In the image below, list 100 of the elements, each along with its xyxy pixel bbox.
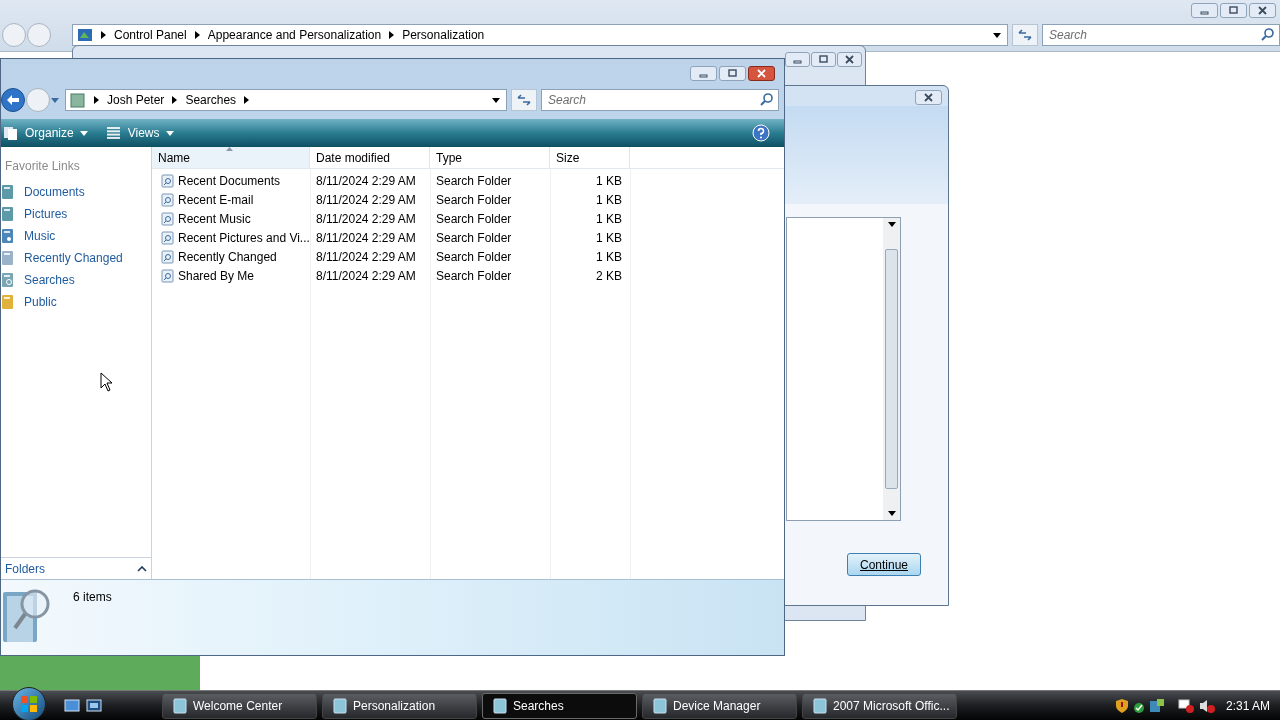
taskbar-button[interactable]: Personalization <box>322 692 477 719</box>
table-cell-text: 8/11/2024 2:29 AM <box>315 229 417 247</box>
app-icon <box>333 697 347 714</box>
breadcrumb-item[interactable]: Personalization <box>402 26 485 44</box>
dropdown-arrow-icon[interactable] <box>492 97 500 103</box>
network-status-icon[interactable] <box>1148 697 1165 714</box>
search-folder-icon <box>161 230 174 245</box>
folder-icon <box>70 92 86 108</box>
maximize-button[interactable] <box>811 52 836 67</box>
search-field[interactable]: Search <box>541 89 779 111</box>
file-name[interactable]: Recent E-mail <box>178 190 254 209</box>
item-count: 6 items <box>73 589 112 606</box>
close-icon <box>844 55 855 64</box>
taskbar-button[interactable]: 2007 Microsoft Offic... <box>802 692 957 719</box>
shield-icon[interactable] <box>1114 697 1129 714</box>
file-name[interactable]: Recently Changed <box>178 247 277 266</box>
table-cell-text: 1 KB <box>595 191 623 209</box>
search-field[interactable]: Search <box>1042 24 1280 46</box>
table-cell-text: Search Folder <box>435 191 513 209</box>
sidebar-heading: Favorite Links <box>4 158 81 175</box>
search-folder-icon <box>161 249 174 264</box>
file-name[interactable]: Shared By Me <box>178 266 255 285</box>
views-menu[interactable]: Views <box>105 124 174 142</box>
refresh-button[interactable] <box>511 89 537 111</box>
folders-label[interactable]: Folders <box>5 559 45 578</box>
table-cell-text: 2 KB <box>595 267 623 285</box>
file-name[interactable]: Recent Documents <box>178 171 281 190</box>
taskbar-button[interactable]: Welcome Center <box>162 692 317 719</box>
switch-windows-icon[interactable] <box>86 698 102 713</box>
close-button[interactable] <box>837 52 862 67</box>
maximize-button[interactable] <box>719 66 746 81</box>
table-cell-text: 8/11/2024 2:29 AM <box>315 267 417 285</box>
search-icon[interactable] <box>760 93 773 106</box>
recent-pages-arrow-icon[interactable] <box>51 97 59 103</box>
refresh-icon[interactable] <box>516 93 532 107</box>
breadcrumb-item[interactable]: Searches <box>185 91 237 109</box>
favorite-link[interactable]: Recently Changed <box>24 249 123 267</box>
close-button[interactable] <box>748 66 775 81</box>
search-folder-icon <box>161 268 174 283</box>
close-button[interactable] <box>1249 3 1276 18</box>
close-button[interactable] <box>915 90 942 105</box>
app-icon <box>813 697 827 714</box>
continue-button[interactable]: Continue <box>847 553 921 576</box>
windows-logo-icon <box>20 694 38 713</box>
breadcrumb-arrow-icon <box>101 31 106 39</box>
volume-muted-icon[interactable] <box>1198 697 1217 714</box>
table-cell-text: 8/11/2024 2:29 AM <box>315 248 417 266</box>
breadcrumb-arrow-icon <box>244 96 250 104</box>
dropdown-arrow-icon[interactable] <box>993 32 1001 38</box>
search-icon[interactable] <box>1261 28 1274 41</box>
help-icon[interactable] <box>752 124 770 142</box>
search-folder-icon <box>161 192 174 207</box>
breadcrumb-item[interactable]: Control Panel <box>114 26 187 44</box>
breadcrumb-item[interactable]: Appearance and Personalization <box>207 26 382 44</box>
close-icon <box>1257 6 1268 15</box>
table-cell-text: 1 KB <box>595 210 623 228</box>
search-folder-icon <box>161 211 174 226</box>
scroll-down-icon[interactable] <box>887 511 896 516</box>
table-cell-text: 1 KB <box>595 172 623 190</box>
app-icon <box>493 697 507 714</box>
restore-button[interactable] <box>1220 3 1247 18</box>
breadcrumb-item[interactable]: Josh Peter <box>107 91 165 109</box>
favorite-link[interactable]: Music <box>24 227 56 245</box>
file-name[interactable]: Recent Music <box>178 209 251 228</box>
file-name[interactable]: Recent Pictures and Vi... <box>178 228 310 247</box>
favorite-link[interactable]: Public <box>24 293 57 311</box>
favorite-link[interactable]: Searches <box>24 271 75 289</box>
table-cell-text: 8/11/2024 2:29 AM <box>315 191 417 209</box>
breadcrumb-arrow-icon <box>94 96 99 104</box>
breadcrumb-arrow-icon <box>389 31 395 39</box>
breadcrumb-arrow-icon <box>194 31 200 39</box>
start-button[interactable] <box>12 686 46 720</box>
close-icon <box>756 69 767 78</box>
table-cell-text: 1 KB <box>595 229 623 247</box>
show-desktop-icon[interactable] <box>64 698 80 713</box>
back-button[interactable] <box>1 88 25 112</box>
scrollbar[interactable] <box>883 218 900 520</box>
refresh-button[interactable] <box>1012 24 1038 46</box>
maximize-icon <box>727 69 738 78</box>
collapse-caret-icon[interactable] <box>137 565 147 572</box>
control-panel-icon <box>77 28 93 42</box>
pages-icon <box>3 126 19 140</box>
column-header[interactable]: Name <box>152 147 310 168</box>
taskbar-button[interactable]: Device Manager <box>642 692 797 719</box>
refresh-icon[interactable] <box>1017 28 1033 42</box>
scrollbar-thumb[interactable] <box>885 249 898 489</box>
taskbar-button[interactable]: Searches <box>482 692 637 719</box>
favorite-link[interactable]: Pictures <box>24 205 68 223</box>
network-disconnected-icon[interactable] <box>1177 697 1196 714</box>
app-icon <box>653 697 667 714</box>
list-view-icon <box>105 126 122 140</box>
sort-arrow-icon <box>226 147 233 151</box>
organize-menu[interactable]: Organize <box>3 124 88 142</box>
address-bar[interactable]: Control Panel Appearance and Personalization Personalization <box>72 24 1008 46</box>
address-bar[interactable]: Josh Peter Searches <box>65 89 507 111</box>
table-cell-text: Search Folder <box>435 267 513 285</box>
favorite-link[interactable]: Documents <box>24 183 85 201</box>
clock[interactable]: 2:31 AM <box>1225 696 1270 715</box>
app-icon <box>173 697 187 714</box>
table-cell-text: Search Folder <box>435 172 513 190</box>
